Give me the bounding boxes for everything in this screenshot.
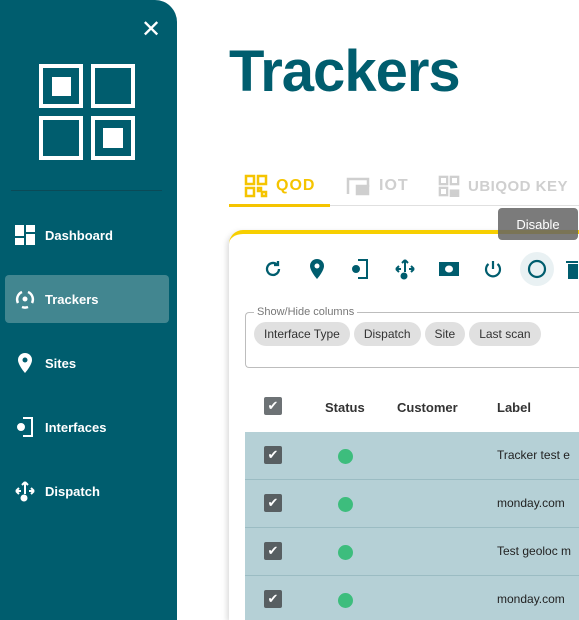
chip-site[interactable]: Site xyxy=(424,322,466,346)
row-checkbox[interactable]: ✔ xyxy=(264,542,282,560)
power-button[interactable] xyxy=(476,252,510,286)
sidebar-item-label: Trackers xyxy=(45,291,99,307)
money-button[interactable] xyxy=(432,252,466,286)
sidebar-item-trackers[interactable]: Trackers xyxy=(5,275,169,323)
column-header-status[interactable]: Status xyxy=(325,400,365,415)
sidebar: ✕ Dashboard Trackers Sites Interfaces Di… xyxy=(0,0,177,620)
tab-qod[interactable]: QOD xyxy=(229,166,330,207)
sidebar-item-sites[interactable]: Sites xyxy=(5,339,169,387)
chip-dispatch[interactable]: Dispatch xyxy=(353,322,421,346)
chip-last-scan[interactable]: Last scan xyxy=(469,322,541,346)
delete-button[interactable] xyxy=(566,252,579,286)
tab-label: UBIQOD KEY xyxy=(468,177,569,195)
tab-label: QOD xyxy=(276,177,316,194)
select-all-checkbox[interactable]: ✔ xyxy=(264,397,282,415)
close-icon[interactable]: ✕ xyxy=(141,18,161,42)
refresh-icon xyxy=(265,261,281,277)
sidebar-divider xyxy=(11,190,162,191)
tab-label: IOT xyxy=(379,177,409,194)
show-hide-columns-legend: Show/Hide columns xyxy=(257,306,355,318)
interface-button[interactable] xyxy=(343,252,377,286)
column-header-label[interactable]: Label xyxy=(497,400,531,415)
sidebar-item-interfaces[interactable]: Interfaces xyxy=(5,403,169,451)
tab-bar: QOD IOT UBIQOD KEY xyxy=(229,166,579,207)
location-pin-icon xyxy=(310,259,324,279)
dashboard-icon xyxy=(14,224,36,246)
status-dot xyxy=(338,449,353,464)
row-checkbox[interactable]: ✔ xyxy=(264,446,282,464)
dispatch-button[interactable] xyxy=(388,252,422,286)
tooltip: Disable xyxy=(498,208,578,240)
qr-lock-icon xyxy=(438,175,460,197)
interface-icon xyxy=(352,259,368,279)
logo xyxy=(39,64,135,160)
sidebar-item-label: Dashboard xyxy=(45,227,113,243)
row-checkbox[interactable]: ✔ xyxy=(264,494,282,512)
page-title: Trackers xyxy=(229,39,461,104)
delete-icon xyxy=(566,261,578,279)
sidebar-item-dashboard[interactable]: Dashboard xyxy=(5,211,169,259)
table-row[interactable]: ✔ Tracker test e xyxy=(245,432,579,480)
qr-code-icon xyxy=(244,174,268,198)
location-pin-icon xyxy=(14,352,36,374)
interface-icon xyxy=(14,416,36,438)
status-dot xyxy=(338,545,353,560)
dispatch-icon xyxy=(395,259,415,280)
sidebar-item-label: Dispatch xyxy=(45,483,100,499)
column-header-customer[interactable]: Customer xyxy=(397,400,458,415)
table-row[interactable]: ✔ Test geoloc m xyxy=(245,528,579,576)
sidebar-item-label: Sites xyxy=(45,355,77,371)
row-label: Test geoloc m xyxy=(497,544,572,558)
chip-interface-type[interactable]: Interface Type xyxy=(254,322,350,346)
sidebar-item-dispatch[interactable]: Dispatch xyxy=(5,467,169,515)
refresh-button[interactable] xyxy=(256,252,290,286)
status-dot xyxy=(338,593,353,608)
iot-device-icon xyxy=(346,177,370,196)
money-icon xyxy=(439,262,459,276)
disable-button[interactable] xyxy=(520,252,554,286)
row-label: Tracker test e xyxy=(497,448,570,462)
dispatch-icon xyxy=(14,480,36,502)
tab-iot[interactable]: IOT xyxy=(345,166,409,206)
power-icon xyxy=(484,261,502,278)
tab-ubiqod-key[interactable]: UBIQOD KEY xyxy=(438,166,568,206)
show-hide-columns: Show/Hide columns Interface Type Dispatch… xyxy=(245,306,579,368)
row-label: monday.com xyxy=(497,592,565,606)
status-dot xyxy=(338,497,353,512)
table-row[interactable]: ✔ monday.com xyxy=(245,480,579,528)
row-label: monday.com xyxy=(497,496,565,510)
disable-circle-icon xyxy=(527,259,547,279)
table-row[interactable]: ✔ monday.com xyxy=(245,576,579,620)
row-checkbox[interactable]: ✔ xyxy=(264,590,282,608)
location-button[interactable] xyxy=(300,252,334,286)
trackers-icon xyxy=(14,288,36,310)
sidebar-item-label: Interfaces xyxy=(45,419,107,435)
